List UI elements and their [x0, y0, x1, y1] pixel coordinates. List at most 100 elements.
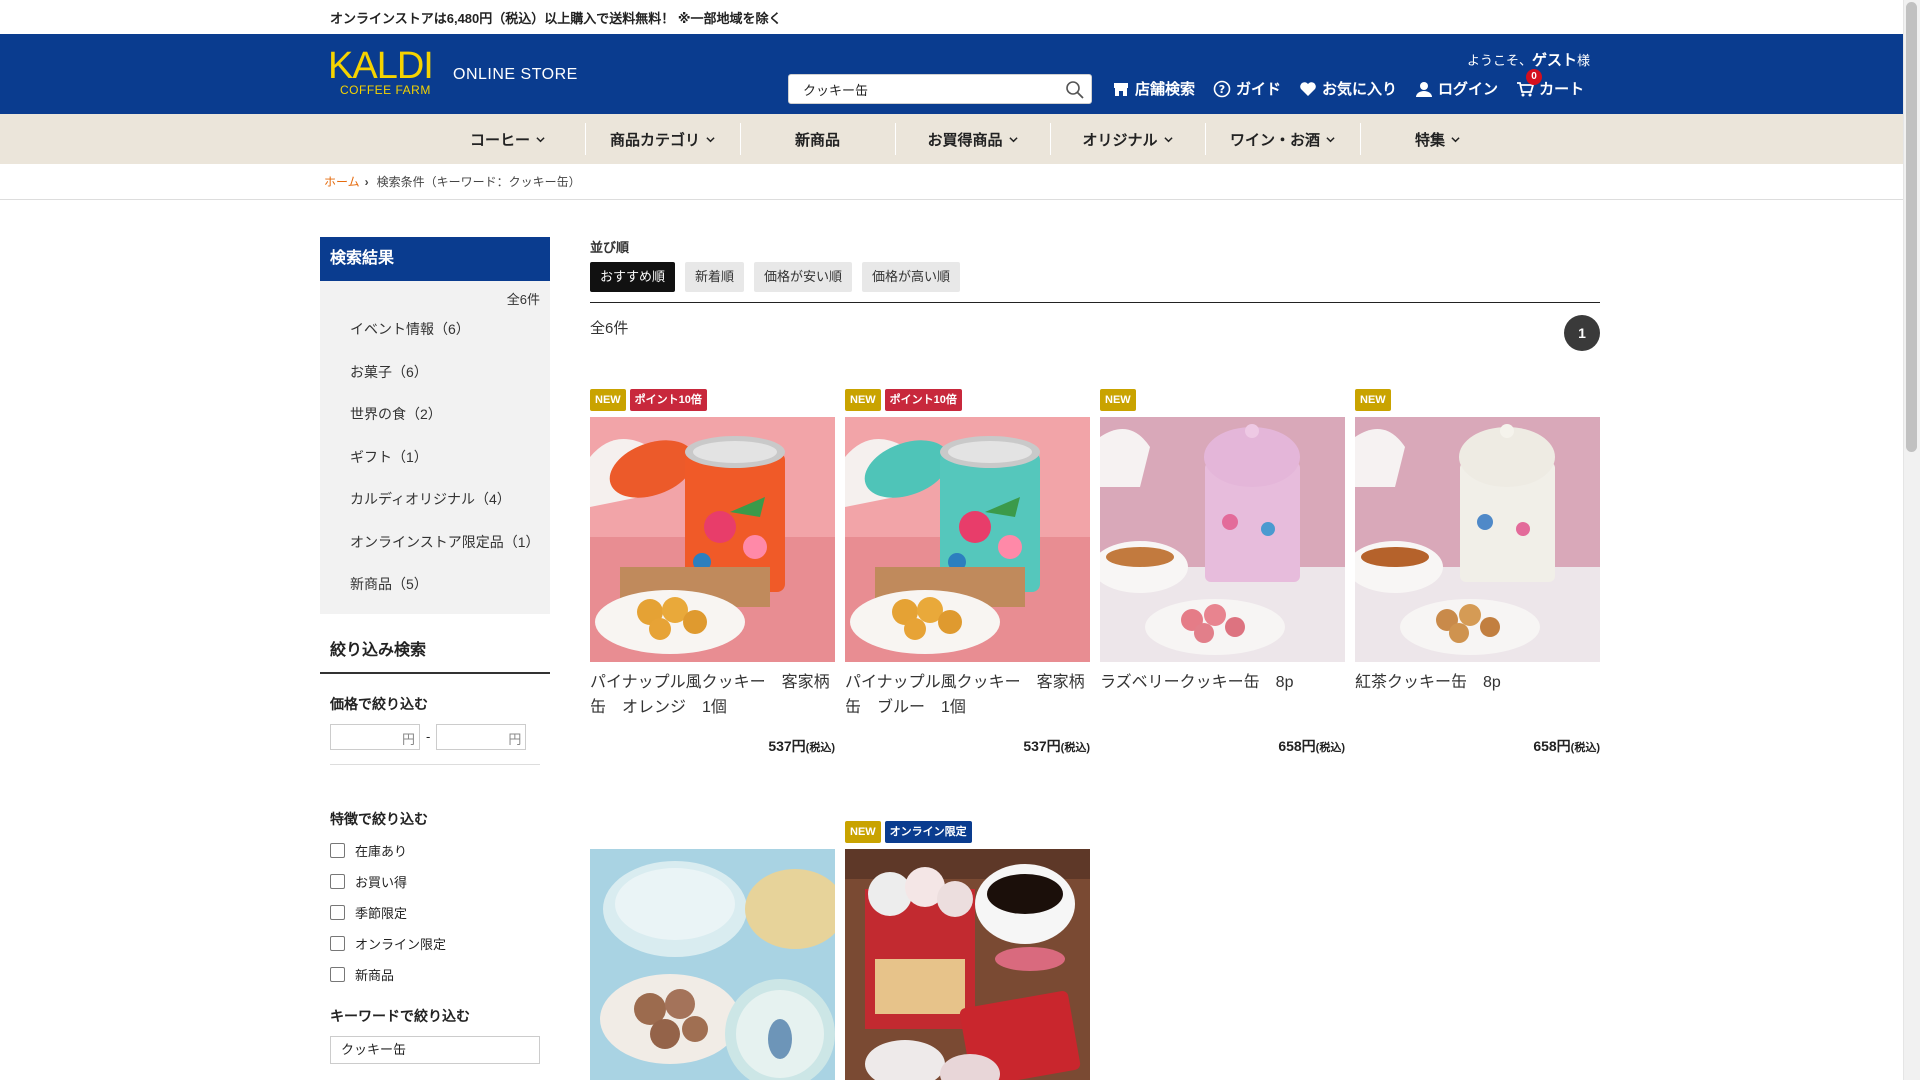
cart-label: カート: [1539, 81, 1585, 98]
guide-link[interactable]: ? ガイド: [1213, 78, 1281, 99]
checkbox[interactable]: [330, 904, 345, 920]
category-wine[interactable]: ワイン・お酒: [1205, 114, 1360, 164]
product-image[interactable]: [845, 417, 1090, 662]
feature-label: お買い得: [355, 874, 408, 890]
feature-in-stock[interactable]: 在庫あり: [320, 835, 550, 866]
sort-price-high[interactable]: 価格が高い順: [862, 262, 961, 292]
checkbox[interactable]: [330, 842, 345, 858]
category-label: ワイン・お酒: [1229, 131, 1320, 149]
price-value: 658円: [1533, 738, 1571, 754]
result-category-world-food[interactable]: 世界の食（2）: [320, 393, 550, 436]
result-category-kaldi-original[interactable]: カルディオリジナル（4）: [320, 478, 550, 521]
product-name[interactable]: 紅茶クッキー缶 8p: [1355, 670, 1600, 722]
new-badge: NEW: [590, 389, 626, 411]
shipping-notice: オンラインストアは6,480円（税込）以上購入で送料無料！ ※一部地域を除く: [0, 0, 1903, 34]
feature-seasonal[interactable]: 季節限定: [320, 897, 550, 928]
feature-new[interactable]: 新商品: [320, 959, 550, 990]
result-category-online-limited[interactable]: オンラインストア限定品（1）: [320, 521, 550, 564]
price-value: 658円: [1278, 738, 1316, 754]
breadcrumb-home-link[interactable]: ホーム: [324, 175, 360, 189]
category-label: オリジナル: [1082, 131, 1158, 149]
page-1-button[interactable]: 1: [1564, 315, 1600, 351]
sort-price-low[interactable]: 価格が安い順: [754, 262, 853, 292]
category-features[interactable]: 特集: [1360, 114, 1515, 164]
feature-filter-title: 特徴で絞り込む: [330, 810, 428, 827]
kaldi-logo[interactable]: KALDI COFFEE FARM: [328, 47, 434, 97]
product-name[interactable]: パイナップル風クッキー 客家柄缶 ブルー 1個: [845, 670, 1090, 722]
category-original[interactable]: オリジナル: [1050, 114, 1205, 164]
sort-newest[interactable]: 新着順: [685, 262, 745, 292]
page-scrollbar[interactable]: [1903, 0, 1920, 1080]
product-image[interactable]: [1100, 417, 1345, 662]
product-card[interactable]: NEW: [1100, 389, 1345, 756]
result-category-sweets[interactable]: お菓子（6）: [320, 351, 550, 394]
search-input[interactable]: [789, 75, 1059, 103]
checkbox[interactable]: [330, 873, 345, 889]
logo-sub-text: COFFEE FARM: [340, 83, 431, 97]
scrollbar-thumb[interactable]: [1906, 2, 1917, 452]
feature-bargain[interactable]: お買い得: [320, 866, 550, 897]
category-coffee[interactable]: コーヒー: [430, 114, 585, 164]
product-image[interactable]: [590, 417, 835, 662]
guide-label: ガイド: [1236, 81, 1282, 98]
product-card[interactable]: [590, 821, 835, 1080]
site-header: KALDI COFFEE FARM ONLINE STORE ようこそ、ゲスト様…: [0, 34, 1903, 114]
product-card[interactable]: NEW オンライン限定: [845, 821, 1090, 1080]
feature-online-limited[interactable]: オンライン限定: [320, 928, 550, 959]
price-min-field[interactable]: 円: [330, 723, 420, 750]
category-new[interactable]: 新商品: [740, 114, 895, 164]
keyword-filter-title: キーワードで絞り込む: [330, 1007, 470, 1024]
product-name[interactable]: ラズベリークッキー缶 8p: [1100, 670, 1345, 722]
search-results-title: 検索結果: [320, 237, 550, 281]
rabbit-tins-illustration: [590, 849, 835, 1080]
product-image[interactable]: [845, 849, 1090, 1080]
keyword-filter-input[interactable]: クッキー缶: [330, 1035, 540, 1064]
yen-unit: 円: [508, 731, 522, 747]
category-label: 特集: [1414, 131, 1445, 149]
help-icon: ?: [1213, 80, 1231, 97]
welcome-prefix: ようこそ、: [1466, 53, 1532, 68]
checkbox[interactable]: [330, 966, 345, 982]
blue-tin-illustration: [845, 417, 1090, 662]
search-icon[interactable]: [1065, 80, 1085, 100]
new-badge: NEW: [845, 389, 881, 411]
result-category-new[interactable]: 新商品（5）: [320, 563, 550, 606]
product-price: 537円(税込): [845, 736, 1090, 756]
category-deals[interactable]: お買得商品: [895, 114, 1050, 164]
sidebar: 検索結果 全6件 イベント情報（6） お菓子（6） 世界の食（2） ギフト（1）…: [320, 237, 550, 1064]
product-card[interactable]: NEW: [1355, 389, 1600, 756]
product-image[interactable]: [590, 849, 835, 1080]
login-label: ログイン: [1438, 81, 1499, 98]
price-max-input[interactable]: [437, 724, 508, 749]
product-card[interactable]: NEW ポイント10倍: [845, 389, 1090, 756]
welcome-suffix: 様: [1576, 53, 1590, 68]
sort-recommended[interactable]: おすすめ順: [590, 262, 676, 292]
search-box: [788, 74, 1092, 104]
product-card[interactable]: NEW ポイント10倍: [590, 389, 835, 756]
results-total: 全6件: [506, 292, 540, 307]
product-image[interactable]: [1355, 417, 1600, 662]
result-category-gift[interactable]: ギフト（1）: [320, 436, 550, 479]
result-category-events[interactable]: イベント情報（6）: [320, 308, 550, 351]
result-count-row: 全6件 1: [590, 303, 1600, 353]
product-name[interactable]: パイナップル風クッキー 客家柄缶 オレンジ 1個: [590, 670, 835, 722]
price-max-field[interactable]: 円: [436, 723, 527, 750]
online-limited-badge: オンライン限定: [884, 821, 972, 843]
category-products[interactable]: 商品カテゴリ: [585, 114, 740, 164]
product-price: 658円(税込): [1100, 736, 1345, 756]
result-count: 全6件: [590, 320, 629, 337]
cart-link[interactable]: 0 カート: [1516, 69, 1585, 99]
points-badge: ポイント10倍: [629, 389, 707, 411]
favorites-label: お気に入り: [1322, 81, 1398, 98]
price-min-input[interactable]: [331, 724, 401, 749]
feature-label: オンライン限定: [355, 936, 447, 952]
login-link[interactable]: ログイン: [1415, 78, 1498, 99]
checkbox[interactable]: [330, 935, 345, 951]
store-search-link[interactable]: 店舗検索: [1112, 78, 1195, 99]
cart-count-badge: 0: [1526, 69, 1543, 85]
sort-options: おすすめ順 新着順 価格が安い順 価格が高い順: [590, 262, 1600, 303]
price-range-dash: -: [426, 729, 431, 744]
favorites-link[interactable]: お気に入り: [1299, 78, 1397, 99]
store-icon: [1114, 82, 1128, 96]
orange-tin-illustration: [590, 417, 835, 662]
